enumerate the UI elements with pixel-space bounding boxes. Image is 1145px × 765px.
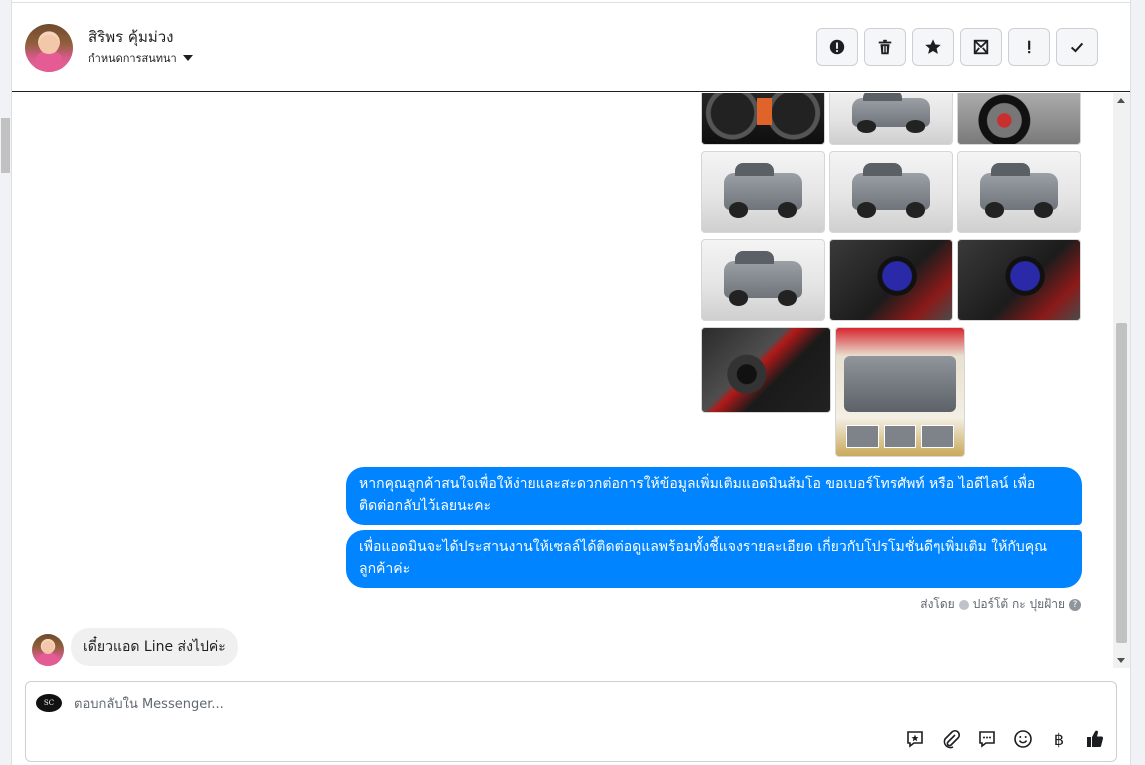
car-photo-wheel[interactable] bbox=[957, 93, 1081, 145]
page-logo: SC bbox=[36, 694, 62, 712]
saved-reply-icon bbox=[907, 731, 923, 748]
car-photo-rear-left[interactable] bbox=[829, 151, 953, 233]
help-icon[interactable]: ? bbox=[1069, 598, 1081, 611]
scroll-down-arrow-icon[interactable] bbox=[1117, 658, 1125, 663]
messenger-page: สิริพร คุ้มม่วง กำหนดการสนทนา หากคุณลูกค… bbox=[0, 0, 1145, 765]
emoji-icon bbox=[1014, 730, 1032, 748]
alert-circle-icon bbox=[829, 39, 845, 55]
verified-dot-icon bbox=[958, 599, 969, 610]
car-photo-steering[interactable] bbox=[829, 239, 953, 321]
car-photo-rear-right[interactable] bbox=[701, 239, 825, 321]
sent-by-name[interactable]: ปอร์โต้ กะ ปุยฝ้าย bbox=[973, 595, 1065, 614]
attachment-button[interactable] bbox=[940, 728, 962, 750]
reply-input[interactable] bbox=[74, 692, 774, 716]
car-photo-steering-close[interactable] bbox=[957, 239, 1081, 321]
thread-scrollbar[interactable] bbox=[1113, 93, 1130, 668]
assign-conversation-dropdown[interactable]: กำหนดการสนทนา bbox=[88, 49, 193, 67]
car-photo-dashboard[interactable] bbox=[701, 93, 825, 145]
sent-by-info: ส่งโดย ปอร์โต้ กะ ปุยฝ้าย ? bbox=[920, 595, 1081, 614]
chat-bubble-button[interactable] bbox=[976, 728, 998, 750]
important-button[interactable] bbox=[1008, 28, 1050, 66]
sent-by-label: ส่งโดย bbox=[920, 597, 955, 611]
mail-icon bbox=[973, 39, 989, 55]
chat-bubble-icon bbox=[979, 731, 995, 748]
baht-icon: ฿ bbox=[1053, 729, 1065, 749]
star-icon bbox=[925, 39, 941, 54]
caret-down-icon bbox=[182, 55, 193, 61]
conversation-header: สิริพร คุ้มม่วง กำหนดการสนทนา bbox=[12, 2, 1130, 92]
saved-reply-button[interactable] bbox=[904, 728, 926, 750]
car-photo-gear-shift[interactable] bbox=[701, 327, 831, 413]
like-button[interactable] bbox=[1084, 728, 1106, 750]
exclamation-icon bbox=[1028, 40, 1031, 54]
left-scroll-thumb[interactable] bbox=[1, 118, 10, 173]
contact-name[interactable]: สิริพร คุ้มม่วง bbox=[88, 25, 173, 49]
thread-scroll-thumb[interactable] bbox=[1116, 323, 1127, 643]
composer-tools: ฿ bbox=[904, 728, 1106, 750]
attachment-icon bbox=[943, 729, 961, 749]
car-photo-side[interactable] bbox=[829, 93, 953, 145]
message-thread[interactable]: หากคุณลูกค้าสนใจเพื่อให้ง่ายและสะดวกต่อก… bbox=[12, 93, 1113, 668]
car-photo-front-left[interactable] bbox=[701, 151, 825, 233]
car-photo-rear[interactable] bbox=[957, 151, 1081, 233]
outgoing-message-2[interactable]: เพื่อแอดมินจะได้ประสานงานให้เซลล์ได้ติดต… bbox=[346, 530, 1082, 588]
spam-button[interactable] bbox=[816, 28, 858, 66]
payment-button[interactable]: ฿ bbox=[1048, 728, 1070, 750]
contact-avatar-small[interactable] bbox=[32, 634, 64, 666]
check-icon bbox=[1070, 42, 1084, 53]
left-frame bbox=[0, 0, 12, 765]
emoji-button[interactable] bbox=[1012, 728, 1034, 750]
car-photo-promotion[interactable] bbox=[835, 327, 965, 457]
delete-button[interactable] bbox=[864, 28, 906, 66]
like-icon bbox=[1087, 730, 1104, 747]
assign-label: กำหนดการสนทนา bbox=[88, 52, 177, 65]
incoming-message[interactable]: เดี๋ยวแอด Line ส่งไปค่ะ bbox=[71, 628, 238, 666]
right-frame bbox=[1130, 0, 1145, 765]
contact-avatar[interactable] bbox=[25, 24, 73, 72]
star-button[interactable] bbox=[912, 28, 954, 66]
done-button[interactable] bbox=[1056, 28, 1098, 66]
reply-composer: SC ฿ bbox=[25, 681, 1117, 762]
scroll-up-arrow-icon[interactable] bbox=[1117, 98, 1125, 103]
outgoing-message-1[interactable]: หากคุณลูกค้าสนใจเพื่อให้ง่ายและสะดวกต่อก… bbox=[346, 467, 1082, 525]
mark-unread-button[interactable] bbox=[960, 28, 1002, 66]
conversation-toolbar bbox=[816, 28, 1098, 66]
trash-icon bbox=[878, 39, 892, 55]
